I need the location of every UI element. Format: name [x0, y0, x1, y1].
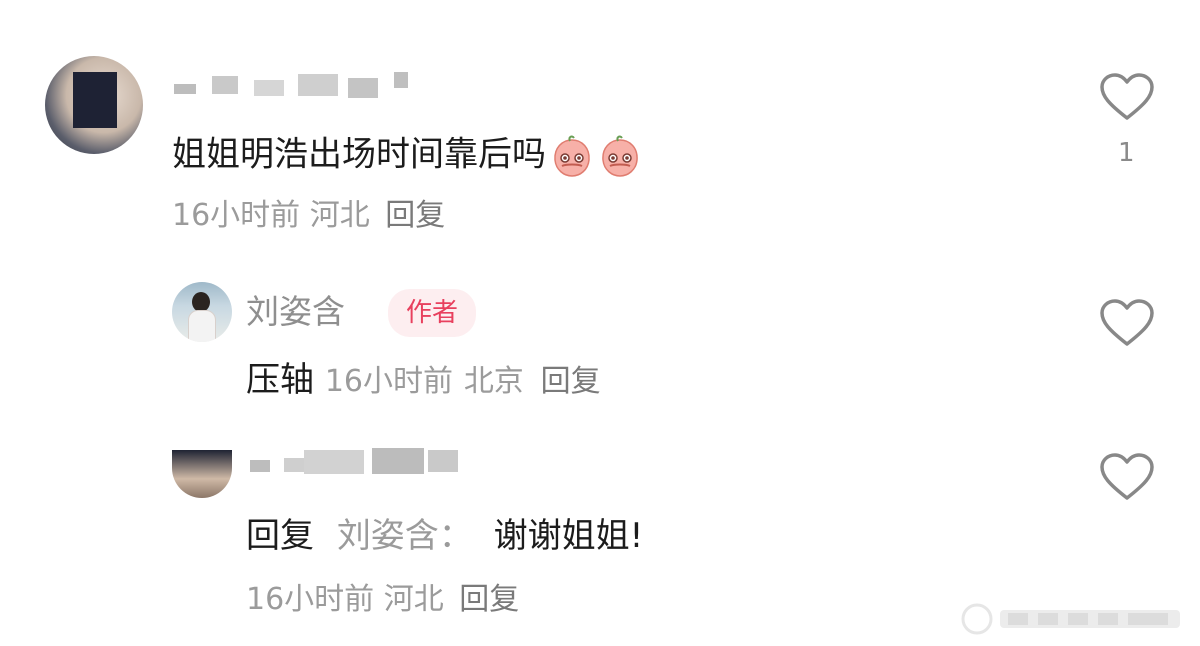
sub-reply-time: 16小时前 — [246, 582, 375, 617]
comment-time: 16小时前 — [172, 198, 301, 233]
commenter-name-obscured[interactable] — [172, 70, 417, 100]
author-reply-location: 北京 — [463, 364, 524, 399]
author-name[interactable]: 刘姿含 — [246, 292, 345, 332]
replier-name-obscured[interactable] — [172, 446, 477, 476]
comment-location: 河北 — [309, 198, 370, 233]
sub-reply-location: 河北 — [383, 582, 444, 617]
reply-button[interactable]: 回复 — [459, 582, 519, 617]
sub-reply-prefix: 回复 — [246, 516, 314, 556]
commenter-avatar[interactable] — [45, 56, 143, 154]
author-avatar[interactable] — [172, 282, 232, 342]
sub-reply-text: 谢谢姐姐! — [493, 516, 644, 556]
heart-outline-icon[interactable] — [1099, 72, 1155, 122]
author-badge: 作者 — [388, 289, 477, 337]
comment-meta: 16小时前 河北 回复 — [172, 198, 445, 234]
reply-target-name[interactable]: 刘姿含： — [337, 516, 473, 556]
heart-outline-icon[interactable] — [1099, 298, 1155, 348]
reply-button[interactable]: 回复 — [541, 364, 601, 399]
heart-outline-icon[interactable] — [1099, 452, 1155, 502]
peach-face-emoji — [554, 135, 590, 177]
like-count: 1 — [1118, 138, 1135, 168]
comment-body: 姐姐明浩出场时间靠后吗 — [172, 134, 546, 175]
author-reply-text: 压轴 — [246, 360, 314, 400]
sub-reply-line: 回复 刘姿含： 谢谢姐姐! — [246, 516, 643, 556]
author-reply-line: 压轴 16小时前 北京 回复 — [246, 360, 601, 400]
sub-reply-meta: 16小时前 河北 回复 — [246, 582, 519, 618]
watermark-logo — [961, 603, 1180, 635]
comment-text: 姐姐明浩出场时间靠后吗 — [172, 134, 642, 178]
author-reply-time: 16小时前 — [324, 364, 453, 399]
peach-face-emoji — [602, 135, 638, 177]
reply-button[interactable]: 回复 — [385, 198, 445, 233]
